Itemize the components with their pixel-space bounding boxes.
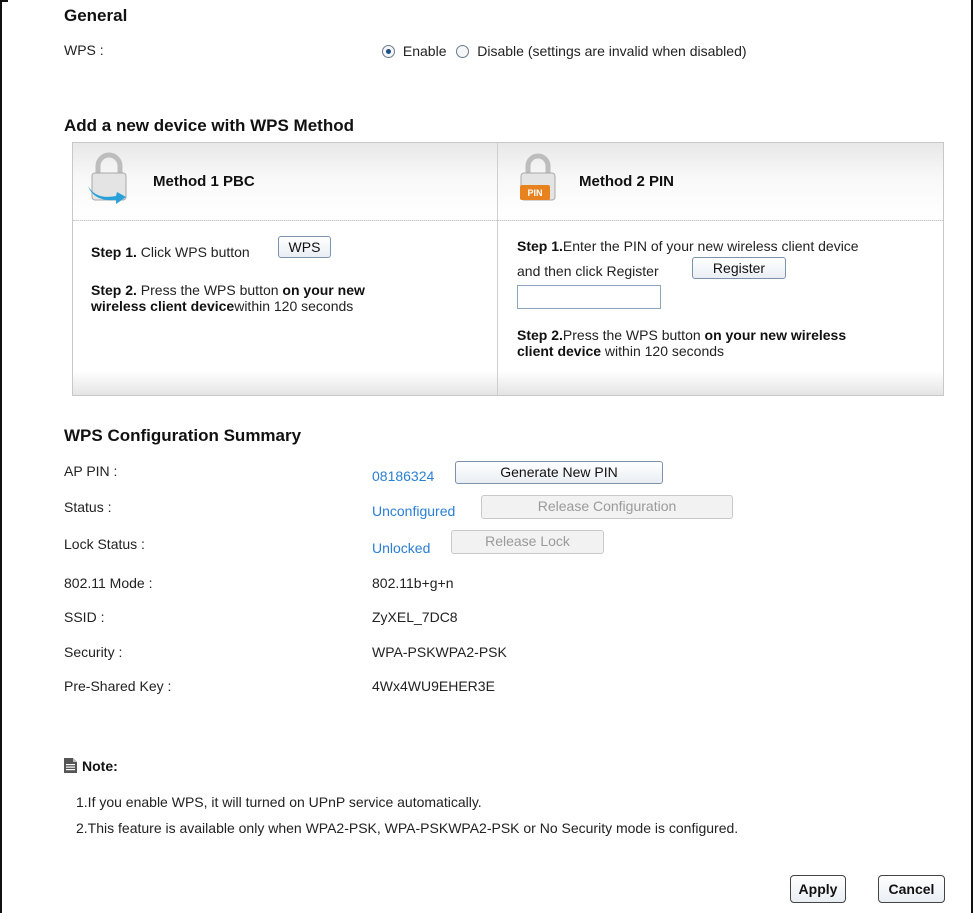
pbc-step1-text: Click WPS button: [136, 244, 250, 260]
wps-disable-radio[interactable]: [456, 44, 470, 58]
method-panel-footer: [73, 371, 943, 395]
security-value: WPA-PSKWPA2-PSK: [372, 644, 507, 660]
pbc-step2-tail: within 120 seconds: [234, 298, 354, 314]
pbc-step2: Step 2. Press the WPS button on your new…: [91, 282, 421, 314]
status-value: Unconfigured: [372, 503, 456, 519]
general-section-title: General: [64, 6, 128, 25]
pbc-step2-text: Press the WPS button: [136, 282, 283, 298]
security-label: Security :: [64, 644, 123, 660]
wps-push-button[interactable]: WPS: [278, 236, 331, 258]
cancel-button[interactable]: Cancel: [878, 875, 945, 903]
pin-step2: Step 2.Press the WPS button on your new …: [517, 327, 937, 359]
pin-step2-text: Press the WPS button: [562, 327, 705, 343]
note-line-1: 1.If you enable WPS, it will turned on U…: [76, 794, 482, 810]
pin-step1-bold: Step 1.: [517, 238, 563, 254]
pin-step1: Step 1.Enter the PIN of your new wireles…: [517, 238, 859, 254]
method2-title: Method 2 PIN: [579, 173, 675, 190]
ap-pin-value: 08186324: [372, 468, 435, 484]
pbc-step2-bold: Step 2.: [91, 282, 137, 298]
method-divider: [497, 143, 498, 395]
note-icon: [64, 758, 77, 773]
wps-label: WPS :: [64, 42, 104, 58]
lock-pin-icon: PIN: [520, 153, 556, 201]
wps-disable-label[interactable]: Disable (settings are invalid when disab…: [477, 43, 746, 59]
apply-button[interactable]: Apply: [790, 875, 846, 903]
mode-value: 802.11b+g+n: [372, 575, 454, 591]
lock-refresh-icon: [88, 152, 127, 204]
release-configuration-button[interactable]: Release Configuration: [481, 495, 733, 519]
methods-section-title: Add a new device with WPS Method: [64, 116, 354, 135]
frame-corner: [0, 0, 8, 8]
pin-step1-text: Enter the PIN of your new wireless clien…: [562, 238, 859, 254]
pbc-step1: Step 1. Click WPS button: [91, 244, 250, 260]
method1-title: Method 1 PBC: [153, 173, 255, 190]
pin-step2-bold2: on your new wireless: [704, 327, 847, 343]
lock-status-label: Lock Status :: [64, 536, 145, 552]
pin-input[interactable]: [517, 285, 661, 309]
frame-border-right: [971, 0, 973, 913]
ssid-value: ZyXEL_7DC8: [372, 609, 458, 625]
register-button[interactable]: Register: [692, 257, 786, 279]
ap-pin-label: AP PIN :: [64, 463, 118, 479]
pin-step2-bold3: client device: [517, 343, 602, 359]
ssid-label: SSID :: [64, 609, 105, 625]
pin-step2-tail: within 120 seconds: [601, 343, 725, 359]
pin-step2-bold: Step 2.: [517, 327, 563, 343]
note-title: Note:: [82, 758, 118, 774]
psk-value: 4Wx4WU9EHER3E: [372, 678, 495, 694]
status-label: Status :: [64, 499, 112, 515]
summary-section-title: WPS Configuration Summary: [64, 426, 302, 445]
wps-enable-label[interactable]: Enable: [403, 43, 447, 59]
frame-border-left: [0, 0, 2, 913]
psk-label: Pre-Shared Key :: [64, 678, 172, 694]
generate-pin-button[interactable]: Generate New PIN: [455, 461, 663, 484]
release-lock-button[interactable]: Release Lock: [451, 530, 604, 554]
wps-radio-group: Enable Disable (settings are invalid whe…: [382, 42, 747, 59]
pin-icon-text: PIN: [527, 188, 542, 198]
mode-label: 802.11 Mode :: [64, 575, 153, 591]
wps-enable-radio[interactable]: [382, 44, 395, 58]
pin-step1-line2: and then click Register: [517, 263, 659, 279]
lock-status-value: Unlocked: [372, 540, 431, 556]
note-line-2: 2.This feature is available only when WP…: [76, 820, 739, 836]
pbc-step1-bold: Step 1.: [91, 244, 137, 260]
